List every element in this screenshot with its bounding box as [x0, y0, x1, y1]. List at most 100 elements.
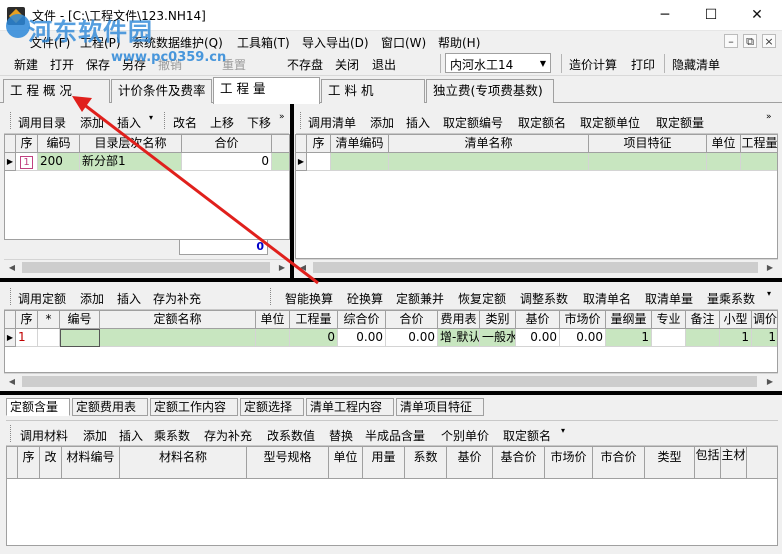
restore-quota-button[interactable]: 恢复定额 [458, 290, 506, 307]
tab-quota-work-content[interactable]: 定额工作内容 [150, 398, 238, 416]
quota-unit-cell[interactable] [256, 329, 290, 347]
chevron-down-icon[interactable]: ▾ [149, 113, 153, 122]
column-header[interactable]: 序 [16, 135, 38, 153]
scroll-thumb[interactable] [22, 376, 757, 387]
column-header[interactable]: 费用表 [438, 311, 480, 329]
quota-spec-cell[interactable] [652, 329, 686, 347]
column-header[interactable]: 编号 [60, 311, 100, 329]
bill-name-cell[interactable] [389, 153, 589, 171]
scroll-left-icon[interactable]: ◀ [295, 260, 311, 276]
call-material-button[interactable]: 调用材料 [20, 427, 68, 444]
open-button[interactable]: 打开 [50, 56, 74, 73]
column-header[interactable]: 定额名称 [100, 311, 256, 329]
current-row-icon[interactable]: ▶ [5, 329, 16, 347]
column-header[interactable]: 小型 [720, 311, 752, 329]
chevron-down-icon[interactable]: ▾ [767, 289, 771, 298]
get-quota-name-material-button[interactable]: 取定额名 [503, 427, 551, 444]
column-header[interactable]: 类别 [480, 311, 516, 329]
get-bill-name-button[interactable]: 取清单名 [583, 290, 631, 307]
catalog-code-cell[interactable]: 200 [38, 153, 80, 171]
material-save-supplement-button[interactable]: 存为补充 [204, 427, 252, 444]
tab-labor-materials[interactable]: 工 料 机 [321, 79, 425, 103]
bill-feature-cell[interactable] [589, 153, 707, 171]
save-button[interactable]: 保存 [86, 56, 110, 73]
tab-bill-item-features[interactable]: 清单项目特征 [396, 398, 484, 416]
quota-insert-button[interactable]: 插入 [117, 290, 141, 307]
horizontal-splitter[interactable] [0, 391, 782, 395]
qty-multiply-button[interactable]: 量乘系数 [707, 290, 755, 307]
column-header[interactable]: 材料名称 [120, 447, 247, 479]
more-icon[interactable]: » [766, 112, 772, 122]
tab-independent-fees[interactable]: 独立费(专项费基数) [426, 79, 554, 103]
semi-product-button[interactable]: 半成品含量 [365, 427, 425, 444]
multiply-coef-button[interactable]: 乘系数 [154, 427, 190, 444]
call-catalog-button[interactable]: 调用目录 [18, 114, 66, 131]
column-header[interactable]: 综合价 [338, 311, 386, 329]
quota-seq-cell[interactable]: 1 [16, 329, 38, 347]
quota-star-cell[interactable] [38, 329, 60, 347]
horizontal-splitter[interactable] [0, 278, 782, 282]
toolbar-grip[interactable] [10, 112, 13, 129]
menu-toolbox[interactable]: 工具箱(T) [237, 34, 290, 51]
scroll-left-icon[interactable]: ◀ [4, 260, 20, 276]
column-header[interactable]: 序 [18, 447, 40, 479]
material-add-button[interactable]: 添加 [83, 427, 107, 444]
tab-pricing-conditions[interactable]: 计价条件及费率 [111, 79, 212, 103]
quota-qty-cell[interactable]: 0 [290, 329, 338, 347]
column-header[interactable]: 市场价 [560, 311, 606, 329]
bill-horizontal-scrollbar[interactable]: ◀ ▶ [295, 259, 778, 275]
tab-bill-work-content[interactable]: 清单工程内容 [306, 398, 394, 416]
column-header[interactable]: 工程量 [290, 311, 338, 329]
tab-quantities[interactable]: 工 程 量 [213, 77, 320, 104]
column-header[interactable]: 单位 [256, 311, 290, 329]
toolbar-grip[interactable] [10, 425, 13, 442]
column-header[interactable]: 量纲量 [606, 311, 652, 329]
column-header[interactable]: * [38, 311, 60, 329]
new-button[interactable]: 新建 [14, 56, 38, 73]
bill-insert-button[interactable]: 插入 [406, 114, 430, 131]
mdi-close-button[interactable]: × [762, 34, 776, 48]
menu-window[interactable]: 窗口(W) [381, 34, 426, 51]
scroll-right-icon[interactable]: ▶ [274, 260, 290, 276]
bill-seq-cell[interactable] [307, 153, 331, 171]
get-quota-qty-button[interactable]: 取定额量 [656, 114, 704, 131]
no-save-button[interactable]: 不存盘 [287, 56, 323, 73]
column-header[interactable]: 序 [307, 135, 331, 153]
quota-horizontal-scrollbar[interactable]: ◀ ▶ [4, 373, 778, 389]
material-insert-button[interactable]: 插入 [119, 427, 143, 444]
bill-qty-cell[interactable] [741, 153, 777, 171]
move-up-button[interactable]: 上移 [210, 114, 234, 131]
exit-button[interactable]: 退出 [372, 56, 396, 73]
change-coef-button[interactable]: 改系数值 [267, 427, 315, 444]
column-header[interactable]: 序 [16, 311, 38, 329]
quota-library-select[interactable]: 内河水工14 ▼ [445, 53, 551, 73]
more-icon[interactable]: » [279, 112, 285, 122]
scroll-thumb[interactable] [313, 262, 758, 273]
catalog-seq-cell[interactable]: 1 [16, 153, 38, 171]
column-header[interactable]: 备注 [686, 311, 720, 329]
quota-base-price-cell[interactable]: 0.00 [516, 329, 560, 347]
current-row-icon[interactable]: ▶ [5, 153, 16, 171]
column-header[interactable]: 主材 [721, 447, 747, 479]
column-header[interactable]: 合价 [386, 311, 438, 329]
scroll-right-icon[interactable]: ▶ [762, 260, 778, 276]
quota-adj-cell[interactable]: 1 [752, 329, 777, 347]
close-button[interactable]: ✕ [734, 0, 780, 31]
quota-category-cell[interactable]: 一般水 [480, 329, 516, 347]
bill-unit-cell[interactable] [707, 153, 741, 171]
get-quota-name-button[interactable]: 取定额名 [518, 114, 566, 131]
column-header[interactable]: 包括 [695, 447, 721, 479]
minimize-button[interactable]: ─ [642, 0, 688, 31]
rename-button[interactable]: 改名 [173, 114, 197, 131]
quota-dim-qty-cell[interactable]: 1 [606, 329, 652, 347]
column-header[interactable]: 改 [40, 447, 62, 479]
individual-price-button[interactable]: 个别单价 [441, 427, 489, 444]
call-bill-button[interactable]: 调用清单 [308, 114, 356, 131]
quota-name-cell[interactable] [100, 329, 256, 347]
column-header[interactable]: 基价 [447, 447, 493, 479]
quota-code-cell[interactable] [60, 329, 100, 347]
column-header[interactable]: 系数 [405, 447, 447, 479]
tab-quota-selection[interactable]: 定额选择 [240, 398, 304, 416]
replace-button[interactable]: 替换 [329, 427, 353, 444]
scroll-right-icon[interactable]: ▶ [762, 374, 778, 390]
